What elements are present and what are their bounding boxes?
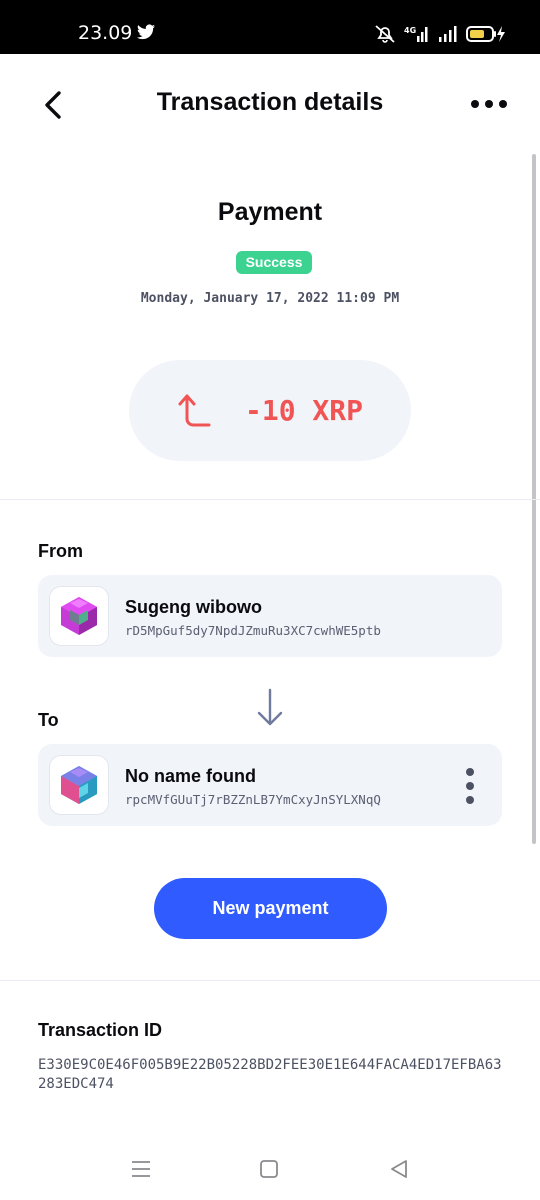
identicon-icon [61, 766, 97, 804]
from-account-card[interactable]: Sugeng wibowo rD5MpGuf5dy7NpdJZmuRu3XC7c… [38, 575, 502, 657]
system-nav-bar [0, 1140, 540, 1200]
transaction-id-label: Transaction ID [38, 1020, 163, 1040]
app-header: Transaction details [0, 54, 540, 154]
transaction-type: Payment [217, 198, 323, 226]
transaction-date: Monday, January 17, 2022 11:09 PM [140, 291, 400, 306]
battery-charging-icon [466, 26, 505, 42]
divider [0, 980, 540, 981]
square-icon [260, 1160, 278, 1178]
signal-icon [439, 26, 457, 42]
more-vertical-icon[interactable] [462, 766, 478, 806]
more-options-button[interactable] [466, 86, 512, 122]
mute-icon [375, 25, 395, 43]
to-account-card[interactable]: No name found rpcMVfGUuTj7rBZZnLB7YmCxyJ… [38, 744, 502, 826]
svg-text:4G: 4G [404, 26, 416, 35]
to-account-address: rpcMVfGUuTj7rBZZnLB7YmCxyJnSYLXNqQ [125, 792, 381, 807]
status-badge: Success [236, 251, 312, 274]
arrow-up-left-icon [178, 394, 211, 427]
status-bar: 23.09 4G [0, 0, 540, 54]
identicon-icon [61, 597, 97, 635]
avatar [49, 586, 109, 646]
amount-value: -10 XRP [245, 394, 364, 427]
back-nav-button[interactable] [386, 1156, 412, 1182]
menu-icon [132, 1161, 150, 1177]
home-button[interactable] [256, 1156, 282, 1182]
more-horizontal-icon [471, 100, 507, 108]
divider [0, 499, 540, 500]
triangle-back-icon [391, 1160, 407, 1178]
transaction-id-value[interactable]: E330E9C0E46F005B9E22B05228BD2FEE30E1E644… [38, 1056, 508, 1094]
status-icons: 4G [374, 22, 506, 46]
signal-4g-icon: 4G [404, 26, 428, 42]
arrow-down-icon [257, 688, 283, 726]
new-payment-button[interactable]: New payment [154, 878, 387, 939]
from-label: From [38, 541, 83, 561]
status-time: 23.09 [78, 22, 133, 44]
to-account-name: No name found [125, 766, 256, 786]
page-title: Transaction details [156, 88, 384, 116]
avatar [49, 755, 109, 815]
twitter-icon [137, 24, 155, 40]
from-account-name: Sugeng wibowo [125, 597, 262, 617]
from-account-address: rD5MpGuf5dy7NpdJZmuRu3XC7cwhWE5ptb [125, 623, 381, 638]
amount-pill: -10 XRP [129, 360, 411, 461]
to-label: To [38, 710, 59, 730]
recents-button[interactable] [128, 1156, 154, 1182]
